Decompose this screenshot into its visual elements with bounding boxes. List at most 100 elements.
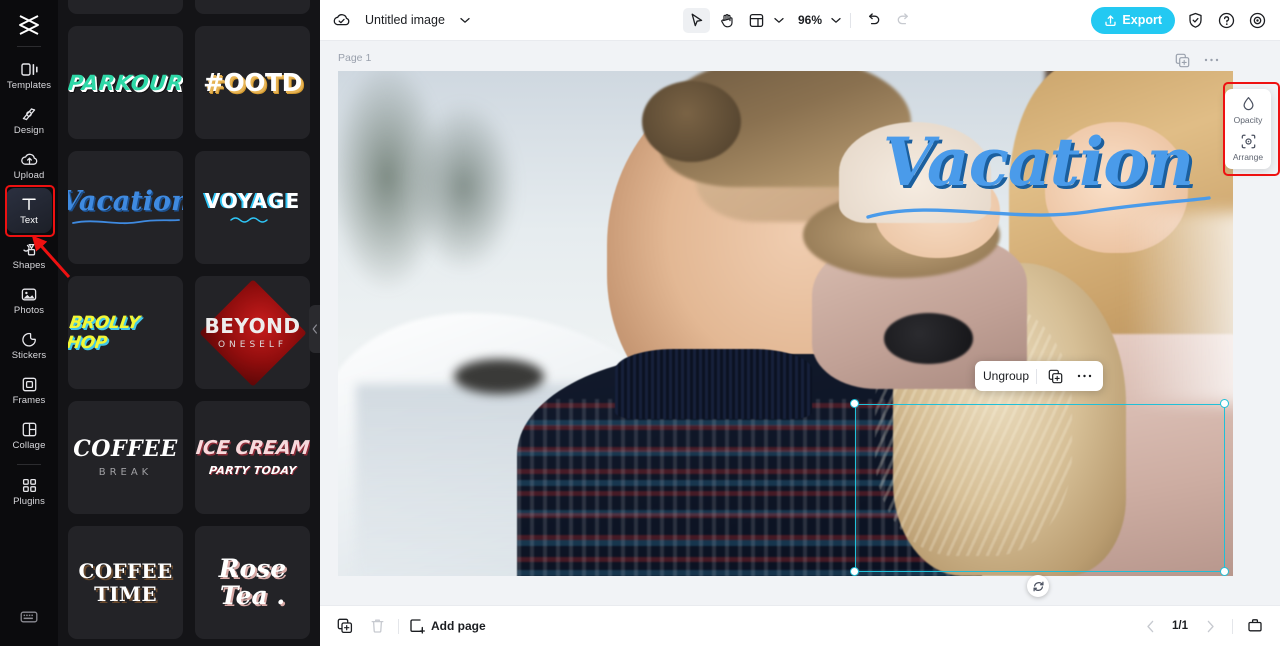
- page-indicator: 1/1: [1172, 620, 1188, 632]
- text-template-card[interactable]: [195, 0, 310, 14]
- text-template-parkour[interactable]: PARKOUR: [68, 26, 183, 139]
- sidebar-item-upload[interactable]: Upload: [6, 143, 52, 188]
- arrange-button[interactable]: Arrange: [1225, 134, 1271, 162]
- selection-handle-top-right[interactable]: [1220, 399, 1229, 408]
- sidebar-item-design[interactable]: Design: [6, 98, 52, 143]
- help-circle-icon[interactable]: [1215, 9, 1237, 31]
- duplicate-page-icon[interactable]: [334, 615, 356, 637]
- text-template-rose-tea[interactable]: Rose Tea .: [195, 526, 310, 639]
- capcut-logo-icon[interactable]: [9, 8, 49, 42]
- selection-handle-bottom-left[interactable]: [850, 567, 859, 576]
- settings-gear-icon[interactable]: [1246, 9, 1268, 31]
- sidebar-item-label: Design: [13, 125, 45, 137]
- text-template-sublabel: BREAK: [98, 466, 153, 478]
- wave-underline-icon: [230, 217, 269, 223]
- delete-page-button[interactable]: [366, 615, 388, 637]
- text-templates-panel: PARKOUR #OOTD Vacation VOYAGE: [58, 0, 320, 646]
- text-template-label-2: Tea .: [219, 580, 286, 610]
- more-dots-icon[interactable]: [1200, 49, 1222, 71]
- sidebar-item-label: Text: [20, 215, 38, 227]
- collapse-panel-handle[interactable]: [309, 305, 320, 353]
- text-template-beyond[interactable]: BEYOND ONESELF: [195, 276, 310, 389]
- text-icon: [21, 195, 37, 213]
- selection-bounding-box[interactable]: [855, 404, 1225, 572]
- text-template-vacation[interactable]: Vacation: [68, 151, 183, 264]
- text-template-card[interactable]: [68, 0, 183, 14]
- text-template-ice-cream[interactable]: ICE CREAM PARTY TODAY: [195, 401, 310, 514]
- text-template-voyage[interactable]: VOYAGE: [195, 151, 310, 264]
- add-page-icon: [409, 618, 425, 634]
- page-grid-icon[interactable]: [1244, 615, 1266, 637]
- sidebar-item-templates[interactable]: Templates: [6, 53, 52, 98]
- zoom-level[interactable]: 96%: [795, 13, 825, 27]
- text-template-label: Rose: [218, 554, 287, 584]
- sidebar-item-label: Shapes: [12, 260, 46, 272]
- text-template-sublabel: PARTY TODAY: [208, 463, 297, 477]
- sidebar-item-text[interactable]: Text: [6, 188, 52, 233]
- upload-cloud-icon: [20, 150, 39, 168]
- chevron-down-icon[interactable]: [460, 17, 470, 24]
- chevron-left-icon[interactable]: [1139, 615, 1161, 637]
- sidebar-item-collage[interactable]: Collage: [6, 413, 52, 458]
- sidebar-item-plugins[interactable]: Plugins: [6, 469, 52, 514]
- add-page-button[interactable]: Add page: [409, 618, 486, 634]
- left-sidebar: Templates Design Upload Text Shapes Phot…: [0, 0, 58, 646]
- ungroup-button[interactable]: Ungroup: [983, 369, 1029, 383]
- photo-child-glove: [883, 313, 974, 364]
- opacity-drop-icon: [1241, 96, 1256, 112]
- duplicate-page-icon[interactable]: [1171, 49, 1193, 71]
- document-title[interactable]: Untitled image: [365, 13, 445, 27]
- sidebar-item-frames[interactable]: Frames: [6, 368, 52, 413]
- sidebar-item-stickers[interactable]: Stickers: [6, 323, 52, 368]
- shapes-icon: [20, 240, 38, 258]
- sidebar-item-photos[interactable]: Photos: [6, 278, 52, 323]
- text-template-label: COFFEE: [78, 558, 173, 583]
- sidebar-item-label: Upload: [13, 170, 45, 182]
- text-template-coffee-break[interactable]: COFFEE BREAK: [68, 401, 183, 514]
- chevron-right-icon[interactable]: [1199, 615, 1221, 637]
- hand-tool-button[interactable]: [713, 8, 740, 33]
- rotate-handle[interactable]: [1027, 575, 1049, 597]
- frames-icon: [22, 375, 37, 393]
- toolbar-divider: [398, 618, 399, 634]
- select-tool-button[interactable]: [682, 7, 710, 33]
- text-templates-scroll[interactable]: PARKOUR #OOTD Vacation VOYAGE: [58, 0, 320, 646]
- add-page-label: Add page: [431, 619, 486, 633]
- text-template-coffee-time[interactable]: COFFEE TIME: [68, 526, 183, 639]
- export-label: Export: [1122, 13, 1162, 27]
- opacity-button[interactable]: Opacity: [1225, 96, 1271, 125]
- collage-icon: [22, 420, 37, 438]
- text-template-brolly-hop[interactable]: BROLLY HOP: [68, 276, 183, 389]
- page-label: Page 1: [338, 52, 372, 64]
- text-template-label: VOYAGE: [204, 189, 301, 213]
- photo-dark-patch: [454, 358, 544, 395]
- selection-handle-top-left[interactable]: [850, 399, 859, 408]
- text-template-sublabel: ONESELF: [217, 339, 288, 350]
- undo-button[interactable]: [860, 8, 887, 33]
- sidebar-item-label: Stickers: [11, 350, 47, 362]
- layout-tool-button[interactable]: [743, 8, 770, 33]
- page-tools: [1171, 49, 1222, 71]
- cloud-saved-icon[interactable]: [332, 12, 351, 28]
- page-navigation: 1/1: [1139, 615, 1266, 637]
- layout-chevron-down-icon[interactable]: [774, 17, 784, 24]
- sidebar-divider-2: [17, 464, 41, 465]
- text-template-label: PARKOUR: [68, 70, 183, 95]
- text-template-ootd[interactable]: #OOTD: [195, 26, 310, 139]
- zoom-chevron-down-icon[interactable]: [831, 17, 841, 24]
- more-dots-icon[interactable]: [1073, 365, 1095, 387]
- export-button[interactable]: Export: [1091, 6, 1175, 34]
- text-template-label: ICE CREAM: [195, 436, 310, 459]
- shield-check-icon[interactable]: [1184, 9, 1206, 31]
- duplicate-icon[interactable]: [1044, 365, 1066, 387]
- canvas-area[interactable]: Page 1 Vacation Ungroup Opacity Arrange: [320, 41, 1280, 605]
- bottom-toolbar: Add page 1/1: [320, 605, 1280, 646]
- text-template-label: BROLLY HOP: [68, 312, 141, 353]
- sidebar-item-label: Frames: [12, 395, 46, 407]
- keyboard-shortcuts-icon[interactable]: [6, 600, 52, 634]
- selection-handle-bottom-right[interactable]: [1220, 567, 1229, 576]
- sidebar-item-shapes[interactable]: Shapes: [6, 233, 52, 278]
- redo-button[interactable]: [890, 8, 917, 33]
- photos-icon: [21, 285, 37, 303]
- sidebar-item-label: Collage: [12, 440, 46, 452]
